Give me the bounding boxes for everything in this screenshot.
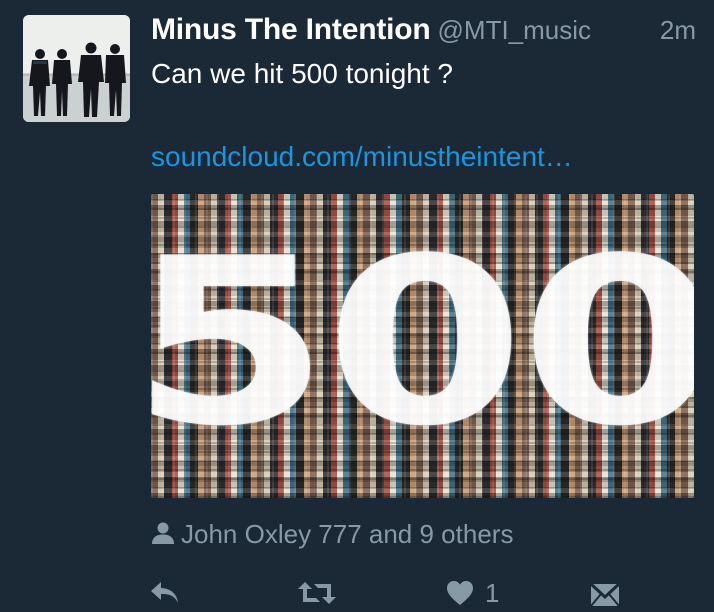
- retweet-icon[interactable]: [297, 580, 337, 611]
- heart-icon[interactable]: [446, 580, 474, 611]
- media-number-text: 500: [151, 210, 694, 477]
- tweet-media-image[interactable]: 500: [151, 194, 694, 498]
- liked-by-text: John Oxley 777 and 9 others: [181, 519, 514, 549]
- author-name[interactable]: Minus The Intention: [151, 13, 431, 46]
- reply-icon[interactable]: [149, 580, 181, 611]
- like-count: 1: [485, 578, 500, 608]
- liked-by-row[interactable]: John Oxley 777 and 9 others: [151, 519, 513, 550]
- tweet-timestamp[interactable]: 2m: [660, 15, 696, 46]
- direct-message-icon[interactable]: [589, 580, 621, 612]
- tweet-text: Can we hit 500 tonight ?: [151, 58, 453, 89]
- author-handle[interactable]: @MTI_music: [438, 15, 592, 45]
- tweet-card[interactable]: Minus The Intention @MTI_music 2m Can we …: [0, 0, 714, 612]
- tweet-actions: 1: [0, 572, 714, 612]
- tweet-header: Minus The Intention @MTI_music 2m: [151, 13, 696, 49]
- avatar[interactable]: [23, 15, 130, 122]
- tweet-link[interactable]: soundcloud.com/minustheintent…: [151, 141, 573, 173]
- person-icon: [151, 520, 175, 544]
